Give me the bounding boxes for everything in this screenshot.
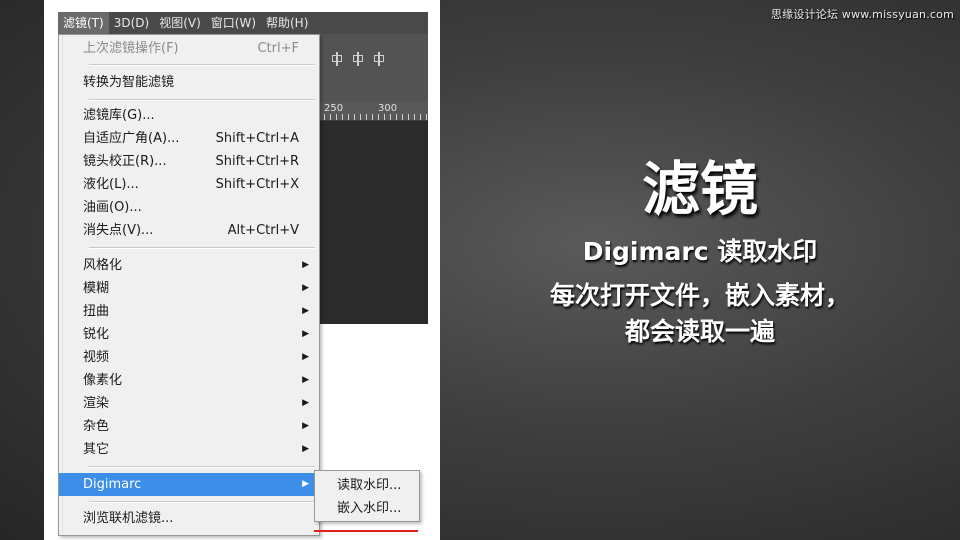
submenu-arrow-icon: ▶ — [302, 352, 309, 362]
horizontal-ruler: 250 300 — [318, 102, 428, 121]
menu-item-vanishing-point[interactable]: 消失点(V)... Alt+Ctrl+V — [59, 219, 319, 242]
slide-description-line1: 每次打开文件，嵌入素材， — [549, 281, 850, 310]
menu-3d[interactable]: 3D(D) — [109, 12, 154, 34]
menu-help[interactable]: 帮助(H) — [261, 12, 313, 34]
menu-item-label: Digimarc — [83, 477, 142, 492]
menu-item-shortcut: Shift+Ctrl+X — [215, 177, 299, 192]
menu-item-label: 转换为智能滤镜 — [83, 75, 175, 90]
highlight-underline — [314, 530, 418, 532]
menu-item-label: 扭曲 — [83, 304, 110, 319]
menu-item-label: 上次滤镜操作(F) — [83, 41, 179, 56]
menu-item-shortcut: Alt+Ctrl+V — [227, 223, 299, 238]
menu-item-browse-online-filters[interactable]: 浏览联机滤镜... — [59, 507, 319, 530]
site-watermark: 思缘设计论坛 www.missyuan.com — [771, 8, 954, 21]
menu-item-smart-filter[interactable]: 转换为智能滤镜 — [59, 71, 319, 94]
menu-item-label: 消失点(V)... — [83, 223, 154, 238]
menubar: 滤镜(T) 3D(D) 视图(V) 窗口(W) 帮助(H) — [58, 12, 428, 35]
menu-filter[interactable]: 滤镜(T) — [58, 12, 109, 34]
submenu-arrow-icon: ▶ — [302, 479, 309, 489]
menu-item-label: 视频 — [83, 350, 110, 365]
menu-item-video[interactable]: 视频 ▶ — [59, 346, 319, 369]
menu-item-shortcut: Ctrl+F — [257, 41, 299, 56]
menu-item-label: 渲染 — [83, 396, 110, 411]
menu-item-label: 模糊 — [83, 281, 110, 296]
menu-item-label: 油画(O)... — [83, 200, 142, 215]
menu-item-label: 像素化 — [83, 373, 123, 388]
menu-item-oil-paint[interactable]: 油画(O)... — [59, 196, 319, 219]
menu-item-label: 液化(L)... — [83, 177, 139, 192]
menu-separator — [89, 501, 315, 503]
align-middle-icon[interactable] — [351, 52, 365, 66]
ruler-label: 250 — [324, 103, 344, 114]
digimarc-submenu: 读取水印... 嵌入水印... — [314, 470, 420, 522]
options-toolbar — [318, 34, 428, 84]
ruler-label: 300 — [378, 103, 398, 114]
slide-description-line2: 都会读取一遍 — [624, 317, 775, 346]
menu-item-digimarc[interactable]: Digimarc ▶ — [59, 473, 319, 496]
menu-item-shortcut: Shift+Ctrl+R — [215, 154, 300, 169]
distribute-icon[interactable] — [372, 52, 386, 66]
menu-item-label: 滤镜库(G)... — [83, 108, 155, 123]
ruler-ticks — [318, 114, 428, 120]
submenu-arrow-icon: ▶ — [302, 329, 309, 339]
slide-title: 滤镜 — [641, 155, 758, 223]
menu-item-label: 自适应广角(A)... — [83, 131, 180, 146]
menu-separator — [89, 466, 315, 468]
menu-separator — [89, 247, 315, 249]
submenu-item-embed-watermark[interactable]: 嵌入水印... — [315, 497, 419, 520]
menu-item-label: 锐化 — [83, 327, 110, 342]
submenu-arrow-icon: ▶ — [302, 283, 309, 293]
submenu-arrow-icon: ▶ — [302, 444, 309, 454]
menu-item-label: 杂色 — [83, 419, 110, 434]
submenu-arrow-icon: ▶ — [302, 306, 309, 316]
menu-item-label: 镜头校正(R)... — [83, 154, 167, 169]
submenu-item-read-watermark[interactable]: 读取水印... — [315, 474, 419, 497]
menu-separator — [89, 99, 315, 101]
submenu-arrow-icon: ▶ — [302, 375, 309, 385]
menu-item-noise[interactable]: 杂色 ▶ — [59, 415, 319, 438]
menu-item-label: 风格化 — [83, 258, 123, 273]
submenu-arrow-icon: ▶ — [302, 421, 309, 431]
menu-item-pixelate[interactable]: 像素化 ▶ — [59, 369, 319, 392]
menu-item-other[interactable]: 其它 ▶ — [59, 438, 319, 461]
align-center-icon[interactable] — [330, 52, 344, 66]
menu-item-label: 其它 — [83, 442, 110, 457]
menu-item-label: 浏览联机滤镜... — [83, 511, 174, 526]
menu-item-liquify[interactable]: 液化(L)... Shift+Ctrl+X — [59, 173, 319, 196]
menu-item-blur[interactable]: 模糊 ▶ — [59, 277, 319, 300]
menu-item-sharpen[interactable]: 锐化 ▶ — [59, 323, 319, 346]
menu-item-distort[interactable]: 扭曲 ▶ — [59, 300, 319, 323]
menu-view[interactable]: 视图(V) — [154, 12, 206, 34]
submenu-arrow-icon: ▶ — [302, 398, 309, 408]
menu-item-render[interactable]: 渲染 ▶ — [59, 392, 319, 415]
menu-item-filter-gallery[interactable]: 滤镜库(G)... — [59, 104, 319, 127]
canvas-area[interactable] — [318, 121, 428, 324]
menu-item-last-filter: 上次滤镜操作(F) Ctrl+F — [59, 37, 319, 60]
slide-subtitle: Digimarc 读取水印 — [582, 237, 818, 266]
menu-item-shortcut: Shift+Ctrl+A — [215, 131, 299, 146]
menu-item-adaptive-wide-angle[interactable]: 自适应广角(A)... Shift+Ctrl+A — [59, 127, 319, 150]
filter-dropdown-menu: 上次滤镜操作(F) Ctrl+F 转换为智能滤镜 滤镜库(G)... 自适应广角… — [58, 34, 320, 536]
submenu-arrow-icon: ▶ — [302, 260, 309, 270]
menu-separator — [89, 64, 315, 66]
menu-window[interactable]: 窗口(W) — [206, 12, 261, 34]
menu-item-stylize[interactable]: 风格化 ▶ — [59, 254, 319, 277]
menu-item-lens-correction[interactable]: 镜头校正(R)... Shift+Ctrl+R — [59, 150, 319, 173]
